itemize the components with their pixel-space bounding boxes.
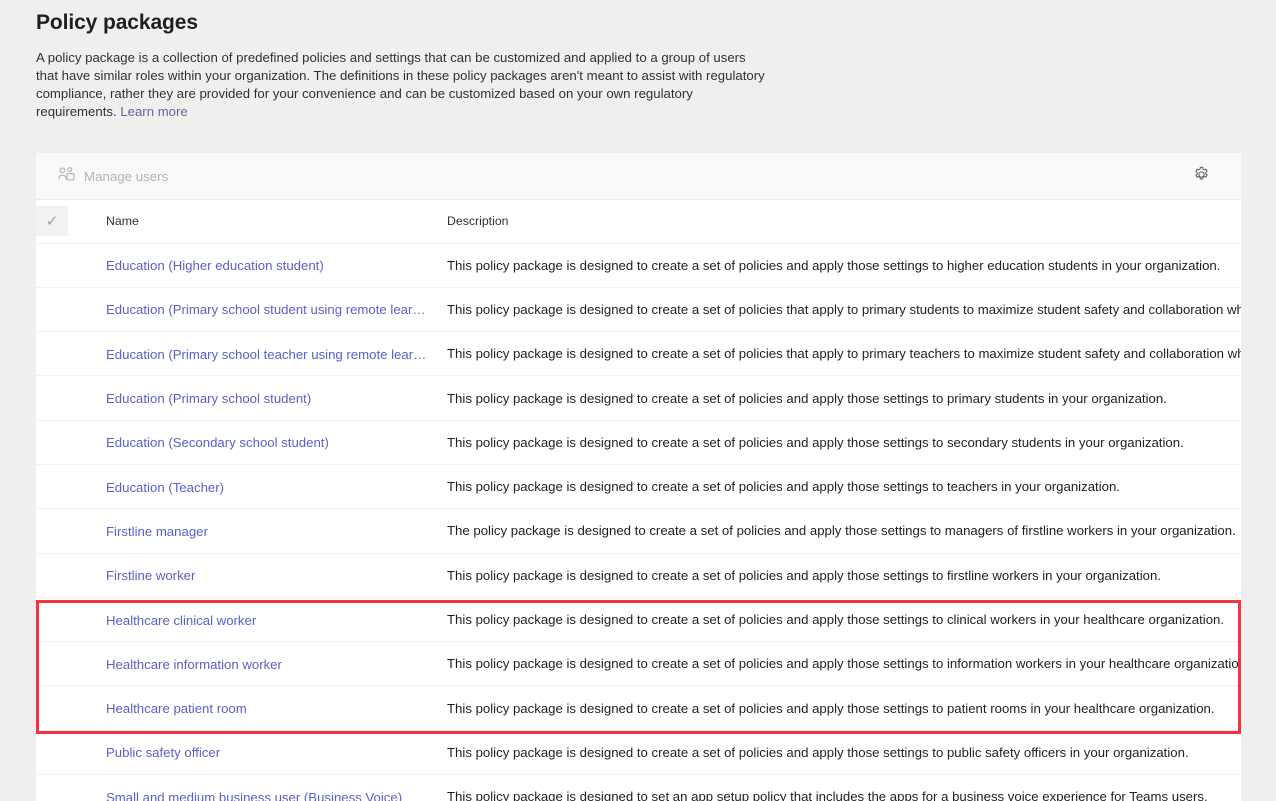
table-row[interactable]: Education (Teacher) This policy package i… <box>36 464 1241 510</box>
manage-users-button[interactable]: Manage users <box>50 158 176 194</box>
row-description-cell: This policy package is designed to creat… <box>447 597 1241 643</box>
policy-package-description: This policy package is designed to creat… <box>447 346 1241 362</box>
row-checkbox-cell[interactable] <box>36 685 106 731</box>
row-checkbox-cell[interactable] <box>36 287 106 333</box>
table-row[interactable]: Education (Primary school student using … <box>36 287 1241 333</box>
table-header-row: ✓ Name Description <box>36 200 1241 244</box>
row-description-cell: This policy package is designed to creat… <box>447 641 1241 687</box>
table-row[interactable]: Healthcare clinical worker This policy pa… <box>36 597 1241 643</box>
row-name-cell: Education (Higher education student) <box>106 243 447 288</box>
policy-package-description: This policy package is designed to creat… <box>447 612 1225 628</box>
gear-icon <box>1193 166 1210 186</box>
row-checkbox-cell[interactable] <box>36 420 106 465</box>
row-description-cell: This policy package is designed to creat… <box>447 243 1241 288</box>
policy-package-description: This policy package is designed to creat… <box>447 700 1215 716</box>
row-description-cell: This policy package is designed to creat… <box>447 331 1241 377</box>
policy-package-link[interactable]: Healthcare information worker <box>106 657 282 672</box>
policy-package-link[interactable]: Education (Higher education student) <box>106 258 324 273</box>
row-checkbox-cell[interactable] <box>36 641 106 687</box>
policy-package-link[interactable]: Firstline worker <box>106 568 195 583</box>
row-description-cell: This policy package is designed to creat… <box>447 287 1241 333</box>
policy-packages-table: ✓ Name Description Education (Higher edu… <box>36 200 1241 801</box>
row-description-cell: This policy package is designed to set a… <box>447 774 1241 801</box>
table-row[interactable]: Small and medium business user (Business… <box>36 774 1241 801</box>
policy-package-description: This policy package is designed to creat… <box>447 390 1167 406</box>
table-row[interactable]: Firstline worker This policy package is d… <box>36 553 1241 598</box>
row-name-cell: Education (Secondary school student) <box>106 420 447 465</box>
page-description: A policy package is a collection of pred… <box>36 49 771 121</box>
policy-package-link[interactable]: Education (Secondary school student) <box>106 435 329 450</box>
row-name-cell: Education (Primary school student) <box>106 375 447 421</box>
row-checkbox-cell[interactable] <box>36 730 106 776</box>
row-name-cell: Firstline manager <box>106 508 447 554</box>
row-name-cell: Education (Primary school teacher using … <box>106 331 447 377</box>
row-name-cell: Healthcare clinical worker <box>106 597 447 643</box>
policy-package-description: This policy package is designed to creat… <box>447 744 1189 760</box>
policy-package-description: This policy package is designed to set a… <box>447 789 1208 801</box>
table-row[interactable]: Firstline manager The policy package is d… <box>36 508 1241 554</box>
table-header: ✓ Name Description <box>36 200 1241 244</box>
row-checkbox-cell[interactable] <box>36 243 106 288</box>
row-checkbox-cell[interactable] <box>36 553 106 598</box>
row-checkbox-cell[interactable] <box>36 464 106 510</box>
row-name-cell: Healthcare information worker <box>106 641 447 687</box>
row-description-cell: The policy package is designed to create… <box>447 508 1241 554</box>
column-header-description[interactable]: Description <box>447 200 1241 244</box>
command-bar: Manage users <box>36 153 1241 200</box>
row-checkbox-cell[interactable] <box>36 774 106 801</box>
policy-package-description: This policy package is designed to creat… <box>447 656 1241 672</box>
table-row[interactable]: Public safety officer This policy package… <box>36 730 1241 776</box>
policy-package-link[interactable]: Public safety officer <box>106 745 220 760</box>
table-row[interactable]: Education (Primary school teacher using … <box>36 331 1241 377</box>
row-name-cell: Healthcare patient room <box>106 685 447 731</box>
row-description-cell: This policy package is designed to creat… <box>447 375 1241 421</box>
policy-package-link[interactable]: Education (Primary school student using … <box>106 302 428 317</box>
row-description-cell: This policy package is designed to creat… <box>447 464 1241 510</box>
policy-package-description: This policy package is designed to creat… <box>447 567 1161 583</box>
page-header: Policy packages A policy package is a co… <box>36 8 796 121</box>
row-checkbox-cell[interactable] <box>36 375 106 421</box>
policy-package-link[interactable]: Education (Primary school teacher using … <box>106 347 428 362</box>
policy-package-description: This policy package is designed to creat… <box>447 479 1120 495</box>
column-header-name[interactable]: Name <box>106 200 447 244</box>
policy-package-link[interactable]: Firstline manager <box>106 524 208 539</box>
row-name-cell: Education (Primary school student using … <box>106 287 447 333</box>
settings-button[interactable] <box>1185 160 1217 192</box>
policy-package-description: This policy package is designed to creat… <box>447 301 1241 317</box>
row-checkbox-cell[interactable] <box>36 597 106 643</box>
checkmark-icon: ✓ <box>45 212 59 230</box>
select-all-header-cell: ✓ <box>36 200 106 244</box>
policy-packages-page: Policy packages A policy package is a co… <box>0 0 1276 801</box>
page-title: Policy packages <box>36 11 198 34</box>
policy-package-link[interactable]: Education (Primary school student) <box>106 391 311 406</box>
table-body: Education (Higher education student) This… <box>36 243 1241 801</box>
learn-more-link[interactable]: Learn more <box>120 104 187 119</box>
policy-package-link[interactable]: Healthcare clinical worker <box>106 613 256 628</box>
policy-package-link[interactable]: Education (Teacher) <box>106 480 224 495</box>
people-icon <box>58 167 75 185</box>
row-description-cell: This policy package is designed to creat… <box>447 685 1241 731</box>
select-all-checkbox[interactable]: ✓ <box>36 206 68 237</box>
row-description-cell: This policy package is designed to creat… <box>447 730 1241 776</box>
table-row[interactable]: Education (Higher education student) This… <box>36 243 1241 288</box>
row-description-cell: This policy package is designed to creat… <box>447 420 1241 465</box>
manage-users-label: Manage users <box>84 168 169 184</box>
policy-package-link[interactable]: Healthcare patient room <box>106 701 247 716</box>
policy-package-description: This policy package is designed to creat… <box>447 257 1221 273</box>
table-row[interactable]: Healthcare information worker This policy… <box>36 641 1241 687</box>
policy-packages-table-card: Manage users ✓ Name Description Educatio… <box>36 153 1241 801</box>
table-row[interactable]: Education (Primary school student) This p… <box>36 375 1241 421</box>
row-name-cell: Education (Teacher) <box>106 464 447 510</box>
policy-package-description: The policy package is designed to create… <box>447 523 1236 539</box>
row-name-cell: Public safety officer <box>106 730 447 776</box>
policy-package-description: This policy package is designed to creat… <box>447 434 1184 450</box>
policy-package-link[interactable]: Small and medium business user (Business… <box>106 790 402 801</box>
row-name-cell: Small and medium business user (Business… <box>106 774 447 801</box>
row-checkbox-cell[interactable] <box>36 331 106 377</box>
row-name-cell: Firstline worker <box>106 553 447 598</box>
table-row[interactable]: Healthcare patient room This policy packa… <box>36 685 1241 731</box>
row-description-cell: This policy package is designed to creat… <box>447 553 1241 598</box>
row-checkbox-cell[interactable] <box>36 508 106 554</box>
table-row[interactable]: Education (Secondary school student) This… <box>36 420 1241 465</box>
